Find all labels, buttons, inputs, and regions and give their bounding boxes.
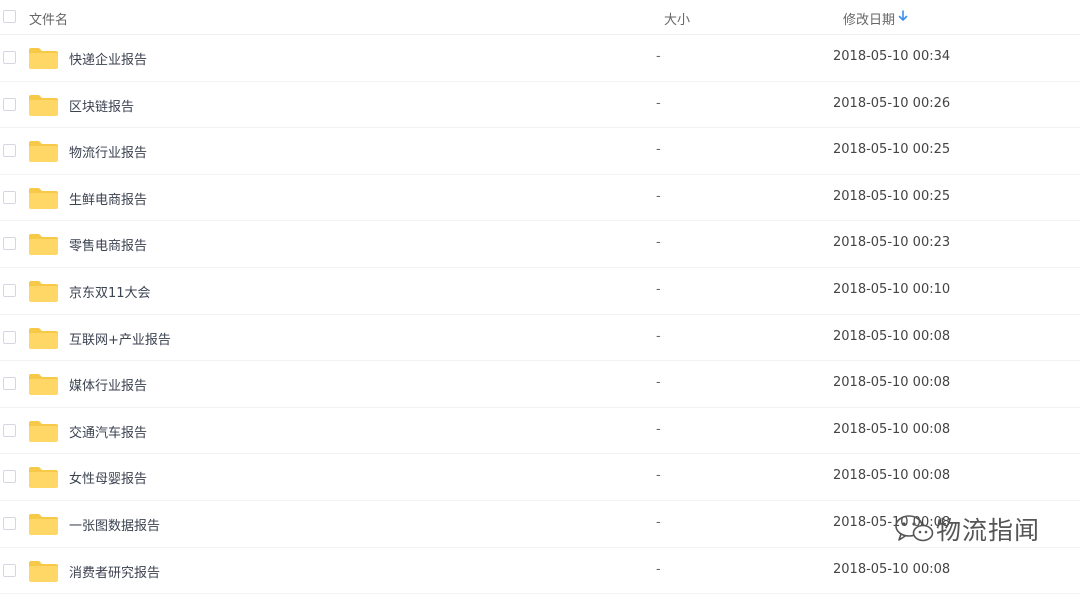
file-size: - [656, 281, 661, 297]
file-row[interactable]: 互联网+产业报告 - 2018-05-10 00:08 [0, 315, 1080, 362]
file-row[interactable]: 物流行业报告 - 2018-05-10 00:25 [0, 128, 1080, 175]
column-header-name[interactable]: 文件名 [29, 9, 68, 28]
file-row[interactable]: 京东双11大会 - 2018-05-10 00:10 [0, 268, 1080, 315]
file-name[interactable]: 一张图数据报告 [69, 515, 160, 534]
file-size: - [656, 328, 661, 344]
file-name[interactable]: 物流行业报告 [69, 142, 147, 161]
folder-icon[interactable] [28, 140, 59, 163]
file-size: - [656, 561, 661, 577]
row-checkbox[interactable] [3, 563, 16, 577]
file-name[interactable]: 生鲜电商报告 [69, 189, 147, 208]
row-checkbox[interactable] [3, 516, 16, 530]
file-modified-date: 2018-05-10 00:08 [833, 468, 951, 484]
file-name[interactable]: 媒体行业报告 [69, 375, 147, 394]
row-checkbox[interactable] [3, 237, 16, 251]
watermark: 物流指闻 [894, 512, 1040, 546]
row-checkbox[interactable] [3, 330, 16, 344]
file-modified-date: 2018-05-10 00:34 [833, 49, 951, 64]
file-name[interactable]: 互联网+产业报告 [69, 329, 171, 348]
row-checkbox[interactable] [3, 283, 16, 297]
file-name[interactable]: 消费者研究报告 [69, 562, 160, 581]
folder-icon[interactable] [28, 280, 59, 303]
file-list-header: 文件名 大小 修改日期 [0, 0, 1080, 35]
file-modified-date: 2018-05-10 00:23 [833, 235, 951, 251]
arrow-down-icon[interactable] [897, 10, 909, 22]
folder-icon[interactable] [28, 420, 59, 443]
wechat-icon [895, 515, 934, 542]
row-checkbox[interactable] [3, 144, 16, 158]
file-modified-date: 2018-05-10 00:26 [833, 95, 951, 111]
file-modified-date: 2018-05-10 00:08 [833, 421, 951, 437]
folder-icon[interactable] [28, 327, 59, 350]
file-name[interactable]: 区块链报告 [69, 96, 134, 115]
file-size: - [656, 142, 661, 158]
row-checkbox[interactable] [3, 190, 16, 204]
file-row[interactable]: 消费者研究报告 - 2018-05-10 00:08 [0, 548, 1080, 594]
folder-icon[interactable] [28, 466, 59, 489]
file-row[interactable]: 零售电商报告 - 2018-05-10 00:23 [0, 221, 1080, 268]
file-size: - [656, 235, 661, 251]
file-modified-date: 2018-05-10 00:08 [833, 561, 951, 577]
select-all-checkbox[interactable] [3, 10, 16, 23]
file-size: - [656, 375, 661, 391]
folder-icon[interactable] [28, 560, 59, 583]
folder-icon[interactable] [28, 373, 59, 396]
file-size: - [656, 49, 661, 64]
file-modified-date: 2018-05-10 00:25 [833, 142, 951, 158]
file-name[interactable]: 快递企业报告 [69, 49, 147, 68]
watermark-text: 物流指闻 [936, 516, 1041, 545]
file-row[interactable]: 区块链报告 - 2018-05-10 00:26 [0, 82, 1080, 129]
file-modified-date: 2018-05-10 00:08 [833, 328, 951, 344]
row-checkbox[interactable] [3, 423, 16, 437]
row-checkbox[interactable] [3, 470, 16, 484]
folder-icon[interactable] [28, 47, 59, 70]
file-row[interactable]: 生鲜电商报告 - 2018-05-10 00:25 [0, 175, 1080, 222]
file-modified-date: 2018-05-10 00:08 [833, 375, 951, 391]
folder-icon[interactable] [28, 94, 59, 117]
folder-icon[interactable] [28, 233, 59, 256]
file-list: 快递企业报告 - 2018-05-10 00:34 区块链报告 - 2018-05-10 … [0, 35, 1080, 594]
file-name[interactable]: 京东双11大会 [69, 282, 151, 301]
file-modified-date: 2018-05-10 00:10 [833, 281, 951, 297]
file-size: - [656, 514, 661, 530]
file-row[interactable]: 媒体行业报告 - 2018-05-10 00:08 [0, 361, 1080, 408]
file-size: - [656, 95, 661, 111]
file-size: - [656, 468, 661, 484]
column-header-date[interactable]: 修改日期 [843, 9, 895, 28]
file-modified-date: 2018-05-10 00:25 [833, 188, 951, 204]
file-row[interactable]: 交通汽车报告 - 2018-05-10 00:08 [0, 408, 1080, 455]
folder-icon[interactable] [28, 187, 59, 210]
file-name[interactable]: 零售电商报告 [69, 235, 147, 254]
folder-icon[interactable] [28, 513, 59, 536]
file-size: - [656, 421, 661, 437]
file-row[interactable]: 女性母婴报告 - 2018-05-10 00:08 [0, 454, 1080, 501]
row-checkbox[interactable] [3, 377, 16, 391]
file-name[interactable]: 交通汽车报告 [69, 422, 147, 441]
file-size: - [656, 188, 661, 204]
column-header-size[interactable]: 大小 [664, 9, 690, 28]
file-row[interactable]: 快递企业报告 - 2018-05-10 00:34 [0, 35, 1080, 82]
row-checkbox[interactable] [3, 51, 16, 64]
file-name[interactable]: 女性母婴报告 [69, 468, 147, 487]
row-checkbox[interactable] [3, 97, 16, 111]
